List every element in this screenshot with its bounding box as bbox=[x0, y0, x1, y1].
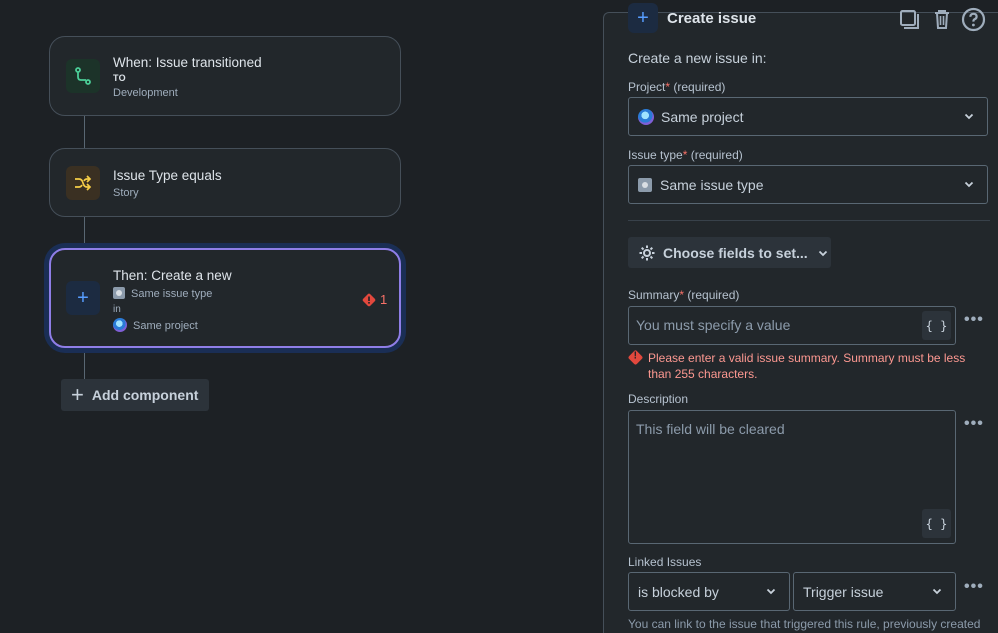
linked-issues-label: Linked Issues bbox=[628, 555, 702, 569]
flow-connector-3 bbox=[84, 347, 85, 380]
summary-smart-value-button[interactable]: { } bbox=[922, 311, 951, 340]
issue-type-select[interactable]: Same issue type bbox=[628, 165, 988, 204]
condition-card[interactable]: Issue Type equals Story bbox=[49, 148, 401, 217]
chevron-down-icon bbox=[964, 181, 974, 188]
chevron-down-icon bbox=[964, 113, 974, 120]
condition-title: Issue Type equals bbox=[113, 168, 222, 183]
flow-connector-2 bbox=[84, 216, 85, 249]
plus-icon: + bbox=[71, 382, 84, 407]
shuffle-icon bbox=[66, 166, 100, 200]
link-relation-select[interactable]: is blocked by bbox=[628, 572, 790, 611]
help-icon[interactable] bbox=[961, 7, 986, 37]
link-target-value: Trigger issue bbox=[803, 583, 884, 600]
issue-type-label-text: Issue type bbox=[628, 148, 683, 162]
chevron-down-icon bbox=[766, 588, 776, 595]
choose-fields-button[interactable]: Choose fields to set... bbox=[628, 237, 831, 268]
trigger-card[interactable]: When: Issue transitioned TO Development bbox=[49, 36, 401, 116]
chevron-down-icon bbox=[932, 588, 942, 595]
issue-type-select-value: Same issue type bbox=[660, 176, 764, 193]
trigger-status: Development bbox=[113, 87, 178, 99]
error-diamond-icon bbox=[627, 349, 644, 366]
issue-type-label: Issue type* (required) bbox=[628, 148, 743, 162]
summary-error: Please enter a valid issue summary. Summ… bbox=[627, 349, 988, 381]
condition-value: Story bbox=[113, 187, 139, 199]
panel-intro: Create a new issue in: bbox=[628, 50, 767, 66]
summary-more-icon[interactable]: ••• bbox=[964, 311, 984, 329]
description-input[interactable]: This field will be cleared bbox=[628, 410, 956, 544]
section-divider bbox=[628, 220, 990, 221]
required-text: (required) bbox=[690, 148, 743, 162]
action-project-text: Same project bbox=[133, 320, 198, 332]
required-text: (required) bbox=[687, 288, 740, 302]
action-project: Same project bbox=[113, 318, 198, 332]
trash-icon[interactable] bbox=[932, 8, 952, 35]
branch-icon bbox=[66, 59, 100, 93]
description-smart-value-button[interactable]: { } bbox=[922, 509, 951, 538]
summary-label-text: Summary bbox=[628, 288, 680, 302]
project-label-text: Project bbox=[628, 80, 666, 94]
issue-type-icon bbox=[113, 287, 125, 299]
project-label: Project* (required) bbox=[628, 80, 725, 94]
summary-placeholder: You must specify a value bbox=[636, 317, 791, 333]
description-placeholder: This field will be cleared bbox=[636, 421, 785, 437]
action-in-label: in bbox=[113, 304, 121, 315]
required-star: * bbox=[682, 148, 688, 162]
summary-label: Summary* (required) bbox=[628, 288, 739, 302]
panel-title: Create issue bbox=[667, 10, 757, 27]
description-label: Description bbox=[628, 392, 689, 406]
plus-icon: + bbox=[628, 3, 658, 33]
error-count: 1 bbox=[380, 292, 388, 307]
linked-issues-help-text: You can link to the issue that triggered… bbox=[628, 617, 981, 631]
project-select-value: Same project bbox=[661, 108, 744, 125]
choose-fields-label: Choose fields to set... bbox=[663, 244, 808, 261]
action-issue-type: Same issue type bbox=[113, 287, 212, 300]
linked-issues-more-icon[interactable]: ••• bbox=[964, 578, 984, 596]
trigger-title: When: Issue transitioned bbox=[113, 55, 262, 70]
project-avatar bbox=[113, 318, 127, 332]
plus-icon: + bbox=[66, 281, 100, 315]
description-more-icon[interactable]: ••• bbox=[964, 415, 984, 433]
copy-icon[interactable] bbox=[898, 8, 920, 35]
link-target-select[interactable]: Trigger issue bbox=[793, 572, 956, 611]
add-component-label: Add component bbox=[91, 387, 199, 403]
project-select[interactable]: Same project bbox=[628, 97, 988, 136]
link-relation-value: is blocked by bbox=[638, 583, 719, 600]
flow-connector-1 bbox=[84, 115, 85, 149]
action-title: Then: Create a new bbox=[113, 268, 232, 283]
action-card[interactable]: + Then: Create a new Same issue type in … bbox=[49, 248, 401, 348]
trigger-to-label: TO bbox=[113, 73, 126, 83]
gear-icon bbox=[639, 245, 655, 260]
required-text: (required) bbox=[673, 80, 726, 94]
project-avatar bbox=[638, 108, 654, 125]
summary-input[interactable]: You must specify a value bbox=[628, 306, 956, 345]
action-issue-type-text: Same issue type bbox=[131, 288, 213, 300]
summary-error-text: Please enter a valid issue summary. Summ… bbox=[648, 351, 966, 381]
error-diamond-icon bbox=[362, 293, 376, 312]
required-star: * bbox=[679, 288, 685, 302]
chevron-down-icon bbox=[818, 250, 827, 256]
add-component-button[interactable]: + Add component bbox=[61, 379, 209, 411]
issue-type-icon bbox=[638, 177, 652, 192]
required-star: * bbox=[665, 80, 671, 94]
